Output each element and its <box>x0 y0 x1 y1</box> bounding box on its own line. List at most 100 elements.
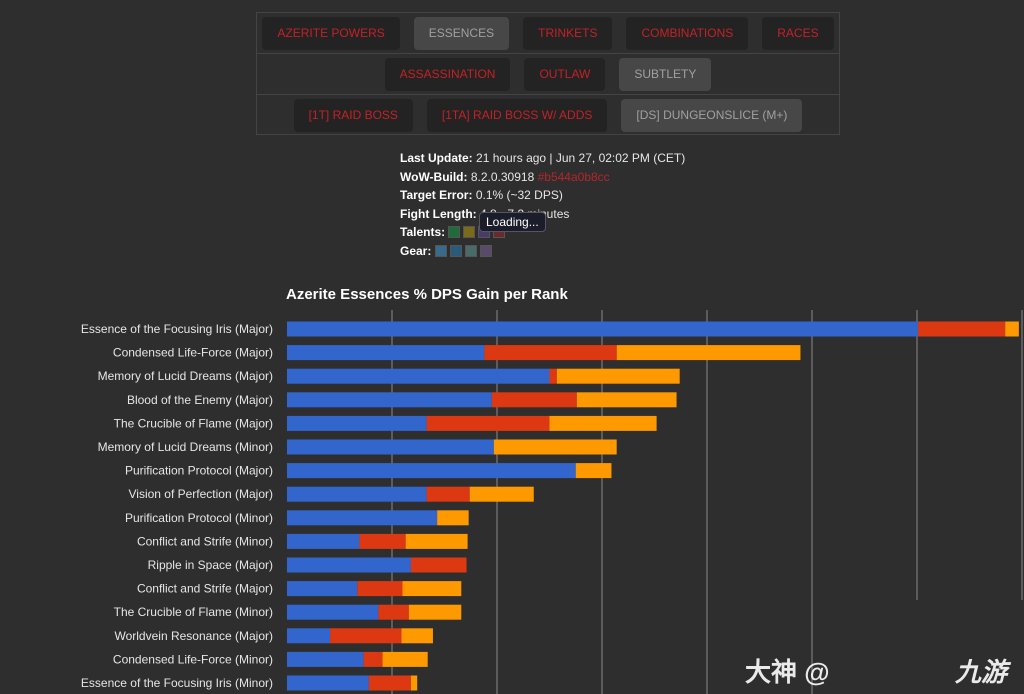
nav-button[interactable]: [1T] RAID BOSS <box>293 99 413 132</box>
nav-button[interactable]: TRINKETS <box>523 16 613 50</box>
gear-line: Gear: <box>400 242 685 261</box>
build-hash-link[interactable]: #b544a0b8cc <box>538 170 610 184</box>
bar-segment-rank-3[interactable] <box>401 628 433 644</box>
label: Target Error: <box>400 188 473 202</box>
loading-tooltip: Loading... <box>479 212 546 232</box>
last-update-line: Last Update: 21 hours ago | Jun 27, 02:0… <box>400 149 685 168</box>
nav-button[interactable]: ESSENCES <box>413 16 510 50</box>
gear-item-icon[interactable] <box>434 244 447 257</box>
bar-segment-rank-1[interactable] <box>287 604 379 620</box>
watermark-left: 大神 @ <box>745 657 830 687</box>
category-label: Worldvein Resonance (Major) <box>114 629 273 643</box>
gear-item-icon[interactable] <box>464 244 477 257</box>
bar-segment-rank-2[interactable] <box>330 628 402 644</box>
category-label: Condensed Life-Force (Minor) <box>113 652 273 666</box>
talent-icon[interactable] <box>448 226 461 238</box>
bar-segment-rank-2[interactable] <box>549 368 557 384</box>
bar-segment-rank-3[interactable] <box>556 368 680 384</box>
bar-segment-rank-3[interactable] <box>616 345 801 361</box>
bar-segment-rank-3[interactable] <box>408 604 462 620</box>
nav-row-category: AZERITE POWERS ESSENCES TRINKETS COMBINATIO… <box>257 13 839 54</box>
bar-segment-rank-1[interactable] <box>287 321 919 337</box>
nav-button[interactable]: SUBTLETY <box>619 57 712 91</box>
bar-segment-rank-2[interactable] <box>368 675 411 691</box>
label: Fight Length: <box>400 206 477 221</box>
nav-button[interactable]: [1TA] RAID BOSS W/ ADDS <box>426 99 608 132</box>
bar-segment-rank-1[interactable] <box>287 628 331 644</box>
bar-segment-rank-2[interactable] <box>378 604 409 620</box>
label: WoW-Build: <box>400 169 468 184</box>
last-update-value: 21 hours ago | Jun 27, 02:02 PM (CET) <box>476 151 686 165</box>
bar-segment-rank-1[interactable] <box>287 392 492 408</box>
nav-button[interactable]: OUTLAW <box>524 57 606 91</box>
bar-segment-rank-3[interactable] <box>575 463 612 479</box>
bar-segment-rank-3[interactable] <box>576 392 677 408</box>
bar-segment-rank-2[interactable] <box>426 415 550 431</box>
nav-row-fight: [1T] RAID BOSS [1TA] RAID BOSS W/ ADDS [DS… <box>257 95 839 136</box>
gear-item-icon[interactable] <box>479 244 492 257</box>
bar-segment-rank-3[interactable] <box>469 486 534 502</box>
bar-segment-rank-1[interactable] <box>287 415 427 431</box>
bar-segment-rank-1[interactable] <box>287 439 494 455</box>
bar-segment-rank-3[interactable] <box>382 651 428 667</box>
bar-segment-rank-1[interactable] <box>287 557 411 573</box>
category-label: Conflict and Strife (Major) <box>137 582 273 596</box>
category-label: Vision of Perfection (Major) <box>128 487 273 501</box>
nav-button[interactable]: ASSASSINATION <box>384 57 511 91</box>
bar-segment-rank-2[interactable] <box>363 651 383 667</box>
chart-title: Azerite Essences % DPS Gain per Rank <box>286 286 568 303</box>
label: Last Update: <box>400 151 473 165</box>
category-label: Purification Protocol (Minor) <box>125 511 273 525</box>
category-label: Ripple in Space (Major) <box>148 558 273 572</box>
bar-segment-rank-1[interactable] <box>287 675 369 691</box>
category-label: The Crucible of Flame (Minor) <box>114 605 273 619</box>
label: Gear: <box>400 243 432 258</box>
bar-segment-rank-1[interactable] <box>287 581 358 597</box>
error-line: Target Error: 0.1% (~32 DPS) <box>400 186 685 205</box>
category-label: The Crucible of Flame (Major) <box>114 416 273 430</box>
category-label: Purification Protocol (Major) <box>125 464 273 478</box>
watermark-logo: 九游 <box>955 657 1008 687</box>
bar-segment-rank-1[interactable] <box>287 533 360 549</box>
talent-icon[interactable] <box>463 226 476 238</box>
gear-item-icon[interactable] <box>449 244 462 257</box>
nav-button[interactable]: AZERITE POWERS <box>262 16 400 50</box>
nav-button[interactable]: COMBINATIONS <box>626 16 749 50</box>
category-label: Memory of Lucid Dreams (Minor) <box>98 440 273 454</box>
bar-segment-rank-1[interactable] <box>287 345 485 361</box>
category-label: Essence of the Focusing Iris (Minor) <box>81 676 273 690</box>
bar-segment-rank-1[interactable] <box>287 486 427 502</box>
bar-segment-rank-1[interactable] <box>287 651 364 667</box>
sim-info: Last Update: 21 hours ago | Jun 27, 02:0… <box>400 149 685 260</box>
bar-segment-rank-3[interactable] <box>549 415 657 431</box>
category-label: Conflict and Strife (Minor) <box>137 534 273 548</box>
error-value: 0.1% (~32 DPS) <box>475 188 563 202</box>
bar-segment-rank-1[interactable] <box>287 510 438 526</box>
stacked-bar-chart: Essence of the Focusing Iris (Major) Cond… <box>81 310 1023 694</box>
category-label: Condensed Life-Force (Major) <box>113 346 273 360</box>
bar-segment-rank-2[interactable] <box>426 486 470 502</box>
build-line: WoW-Build: 8.2.0.30918 #b544a0b8cc <box>400 168 685 187</box>
bar-segment-rank-2[interactable] <box>357 581 403 597</box>
bar-segment-rank-3[interactable] <box>405 533 468 549</box>
bar-segment-rank-2[interactable] <box>491 392 577 408</box>
bar-segment-rank-3[interactable] <box>493 439 617 455</box>
bar-segment-rank-2[interactable] <box>359 533 406 549</box>
label: Talents: <box>400 225 446 239</box>
category-label: Memory of Lucid Dreams (Major) <box>98 369 273 383</box>
bar-segment-rank-1[interactable] <box>287 368 550 384</box>
bar-segment-rank-1[interactable] <box>287 463 576 479</box>
bar-segment-rank-3[interactable] <box>402 581 462 597</box>
bar-segment-rank-2[interactable] <box>918 321 1006 337</box>
bar-segment-rank-3[interactable] <box>410 675 418 691</box>
build-value: 8.2.0.30918 <box>470 169 535 184</box>
navigation-panel: AZERITE POWERS ESSENCES TRINKETS COMBINATIO… <box>256 12 840 135</box>
nav-button[interactable]: [DS] DUNGEONSLICE (M+) <box>621 99 803 132</box>
category-label: Essence of the Focusing Iris (Major) <box>81 322 273 336</box>
nav-row-spec: ASSASSINATION OUTLAW SUBTLETY <box>257 54 839 95</box>
bar-segment-rank-2[interactable] <box>410 557 467 573</box>
bar-segment-rank-3[interactable] <box>1005 321 1019 337</box>
nav-button[interactable]: RACES <box>762 16 834 50</box>
bar-segment-rank-2[interactable] <box>484 345 617 361</box>
bar-segment-rank-3[interactable] <box>437 510 469 526</box>
